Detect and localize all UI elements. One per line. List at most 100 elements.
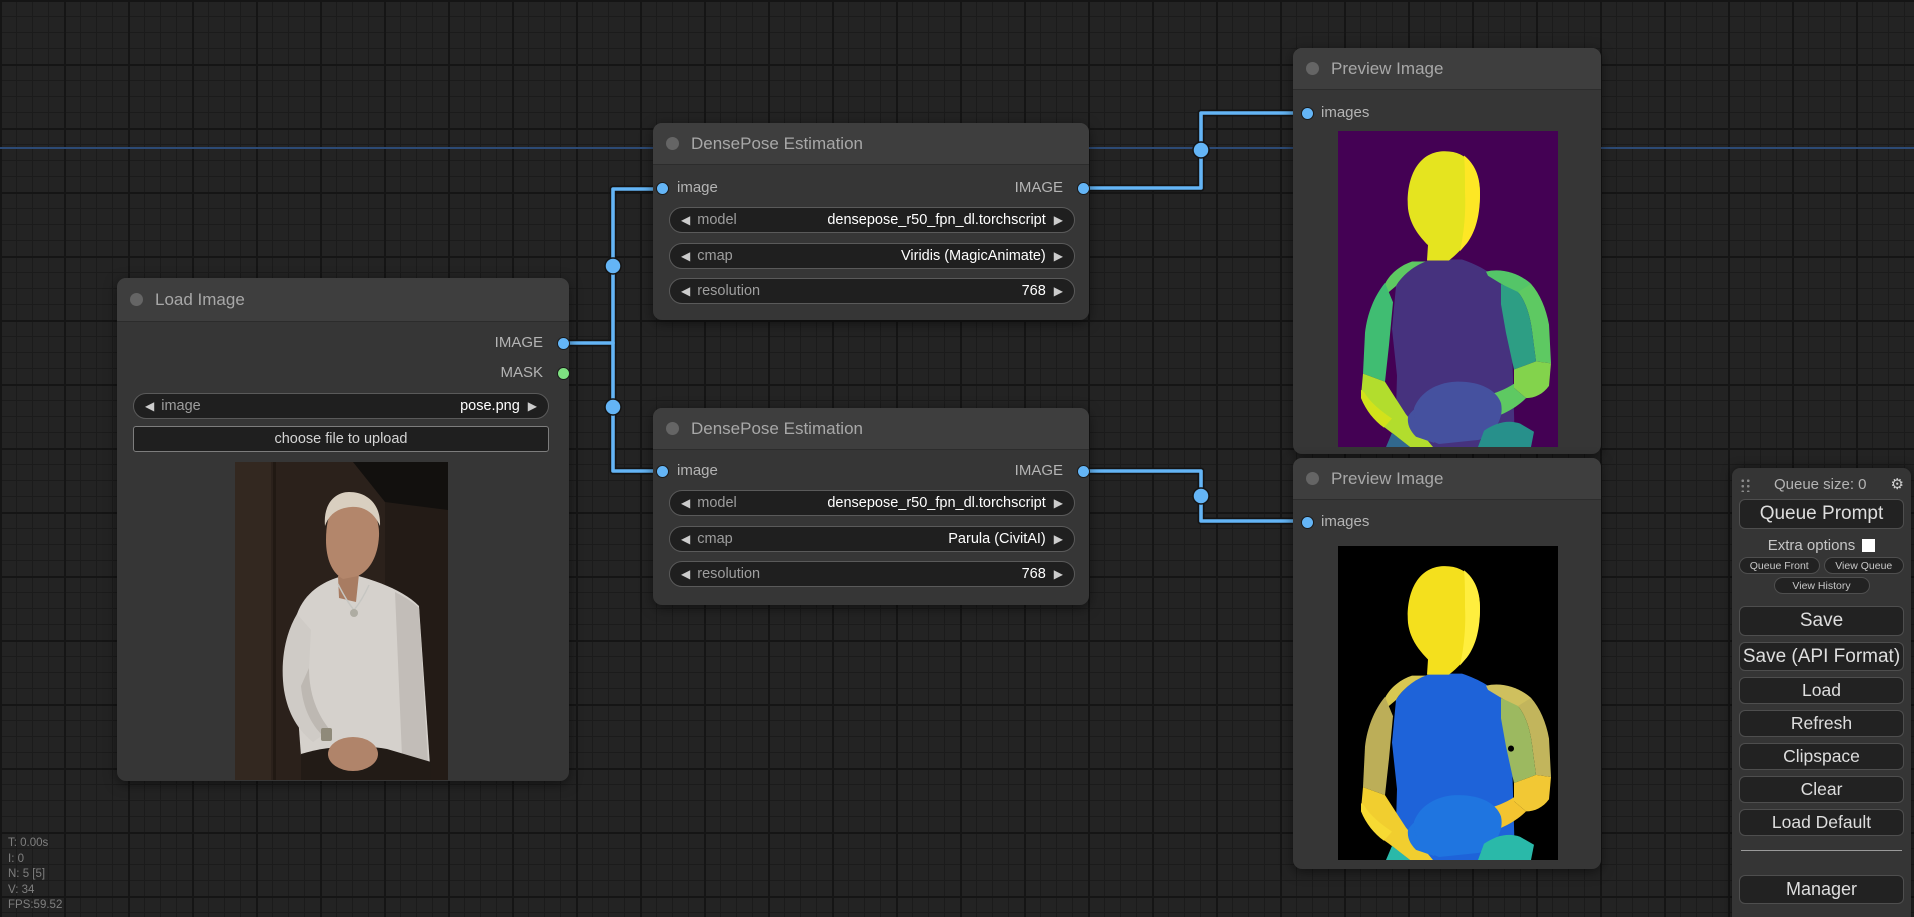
extra-options-row: Extra options bbox=[1739, 537, 1904, 554]
number-increment-icon[interactable] bbox=[1054, 283, 1063, 299]
number-decrement-icon[interactable] bbox=[681, 283, 690, 299]
combo-next-icon[interactable] bbox=[1054, 531, 1063, 547]
node-load-image[interactable]: Load Image IMAGE MASK image pose.png cho… bbox=[117, 278, 570, 781]
link-midpoint-dot[interactable] bbox=[1192, 487, 1210, 505]
cmap-combo-widget[interactable]: cmap Viridis (MagicAnimate) bbox=[669, 243, 1075, 269]
input-slot-images[interactable] bbox=[1301, 516, 1314, 529]
input-slot-images[interactable] bbox=[1301, 107, 1314, 120]
node-title: Load Image bbox=[155, 289, 245, 309]
stat-version: V: 34 bbox=[8, 883, 35, 896]
combo-prev-icon[interactable] bbox=[145, 398, 154, 414]
comfy-menu-panel[interactable]: Queue size: 0 ⚙ Queue Prompt Extra optio… bbox=[1732, 468, 1911, 917]
collapse-dot-icon[interactable] bbox=[1306, 472, 1319, 485]
photo-man-white-shirt bbox=[235, 462, 448, 780]
widget-value: Parula (CivitAI) bbox=[948, 531, 1046, 547]
node-preview-image-1[interactable]: Preview Image images bbox=[1293, 48, 1601, 454]
widget-label: resolution bbox=[697, 566, 761, 582]
stat-nodes: N: 5 [5] bbox=[8, 868, 46, 880]
combo-prev-icon[interactable] bbox=[681, 212, 690, 228]
node-load-image-titlebar[interactable]: Load Image bbox=[117, 278, 569, 322]
widget-label: resolution bbox=[697, 283, 761, 299]
menu-divider bbox=[1741, 850, 1902, 851]
combo-next-icon[interactable] bbox=[528, 398, 537, 414]
extra-options-checkbox[interactable] bbox=[1862, 539, 1876, 552]
collapse-dot-icon[interactable] bbox=[130, 293, 143, 306]
collapse-dot-icon[interactable] bbox=[1306, 62, 1319, 75]
queue-front-button[interactable]: Queue Front bbox=[1739, 557, 1820, 574]
node-preview-image-2[interactable]: Preview Image images bbox=[1293, 458, 1601, 869]
choose-file-label: choose file to upload bbox=[274, 431, 408, 447]
collapse-dot-icon[interactable] bbox=[666, 137, 679, 150]
densepose-figure-parula bbox=[1338, 546, 1558, 860]
output-slot-mask[interactable] bbox=[557, 367, 570, 380]
output-slot-image[interactable] bbox=[557, 337, 570, 350]
number-increment-icon[interactable] bbox=[1054, 566, 1063, 582]
combo-prev-icon[interactable] bbox=[681, 495, 690, 511]
collapse-dot-icon[interactable] bbox=[666, 422, 679, 435]
drag-handle-icon[interactable] bbox=[1739, 476, 1750, 492]
combo-prev-icon[interactable] bbox=[681, 531, 690, 547]
node-title: DensePose Estimation bbox=[691, 133, 863, 153]
node-title: Preview Image bbox=[1331, 468, 1444, 488]
menu-header: Queue size: 0 ⚙ bbox=[1739, 473, 1904, 495]
view-history-button[interactable]: View History bbox=[1773, 577, 1870, 594]
canvas-stats: T: 0.00s I: 0 N: 5 [5] V: 34 FPS:59.52 bbox=[8, 836, 62, 914]
output-label-image: IMAGE bbox=[1014, 179, 1063, 196]
resolution-number-widget[interactable]: resolution 768 bbox=[669, 278, 1075, 304]
load-default-button[interactable]: Load Default bbox=[1739, 809, 1904, 836]
queue-size-label: Queue size: 0 bbox=[1773, 475, 1867, 493]
input-slot-image[interactable] bbox=[656, 182, 669, 195]
save-button[interactable]: Save bbox=[1739, 606, 1904, 636]
input-label-image: image bbox=[677, 462, 718, 479]
densepose-result-parula bbox=[1338, 546, 1558, 860]
combo-prev-icon[interactable] bbox=[681, 248, 690, 264]
model-combo-widget[interactable]: model densepose_r50_fpn_dl.torchscript bbox=[669, 207, 1075, 233]
node-densepose-2[interactable]: DensePose Estimation image IMAGE model d… bbox=[653, 408, 1090, 605]
clipspace-button[interactable]: Clipspace bbox=[1739, 743, 1904, 770]
input-slot-image[interactable] bbox=[656, 465, 669, 478]
combo-next-icon[interactable] bbox=[1054, 495, 1063, 511]
output-label-image: IMAGE bbox=[494, 334, 543, 351]
node-densepose-2-titlebar[interactable]: DensePose Estimation bbox=[653, 408, 1089, 450]
view-queue-button[interactable]: View Queue bbox=[1823, 557, 1904, 574]
manager-button[interactable]: Manager bbox=[1739, 875, 1904, 904]
widget-label: cmap bbox=[697, 248, 733, 264]
node-preview-2-titlebar[interactable]: Preview Image bbox=[1293, 458, 1601, 500]
stat-fps: FPS:59.52 bbox=[8, 899, 63, 911]
output-slot-image[interactable] bbox=[1077, 182, 1090, 195]
node-densepose-1-titlebar[interactable]: DensePose Estimation bbox=[653, 123, 1089, 165]
link-midpoint-dot[interactable] bbox=[604, 257, 622, 275]
load-button[interactable]: Load bbox=[1739, 677, 1904, 704]
node-graph-canvas[interactable]: Load Image IMAGE MASK image pose.png cho… bbox=[0, 0, 1914, 917]
widget-value: 768 bbox=[1021, 283, 1046, 299]
output-label-image: IMAGE bbox=[1014, 462, 1063, 479]
widget-value: pose.png bbox=[460, 398, 520, 414]
stat-time: T: 0.00s bbox=[8, 837, 49, 849]
widget-value: 768 bbox=[1021, 566, 1046, 582]
gear-icon[interactable]: ⚙ bbox=[1891, 477, 1904, 492]
image-combo-widget[interactable]: image pose.png bbox=[133, 393, 549, 419]
number-decrement-icon[interactable] bbox=[681, 566, 690, 582]
stat-iterations: I: 0 bbox=[8, 852, 24, 865]
resolution-number-widget[interactable]: resolution 768 bbox=[669, 561, 1075, 587]
densepose-result-viridis bbox=[1338, 131, 1558, 447]
node-densepose-1[interactable]: DensePose Estimation image IMAGE model d… bbox=[653, 123, 1090, 320]
link-midpoint-dot[interactable] bbox=[604, 398, 622, 416]
densepose-figure-viridis bbox=[1338, 131, 1558, 447]
widget-label: model bbox=[697, 212, 737, 228]
combo-next-icon[interactable] bbox=[1054, 212, 1063, 228]
link-midpoint-dot[interactable] bbox=[1192, 141, 1210, 159]
choose-file-button[interactable]: choose file to upload bbox=[133, 426, 549, 452]
node-preview-1-titlebar[interactable]: Preview Image bbox=[1293, 48, 1601, 90]
widget-label: image bbox=[161, 398, 201, 414]
save-api-button[interactable]: Save (API Format) bbox=[1739, 642, 1904, 671]
cmap-combo-widget[interactable]: cmap Parula (CivitAI) bbox=[669, 526, 1075, 552]
combo-next-icon[interactable] bbox=[1054, 248, 1063, 264]
output-slot-image[interactable] bbox=[1077, 465, 1090, 478]
queue-prompt-button[interactable]: Queue Prompt bbox=[1739, 499, 1904, 529]
model-combo-widget[interactable]: model densepose_r50_fpn_dl.torchscript bbox=[669, 490, 1075, 516]
widget-label: model bbox=[697, 495, 737, 511]
node-title: DensePose Estimation bbox=[691, 418, 863, 438]
refresh-button[interactable]: Refresh bbox=[1739, 710, 1904, 737]
clear-button[interactable]: Clear bbox=[1739, 776, 1904, 803]
